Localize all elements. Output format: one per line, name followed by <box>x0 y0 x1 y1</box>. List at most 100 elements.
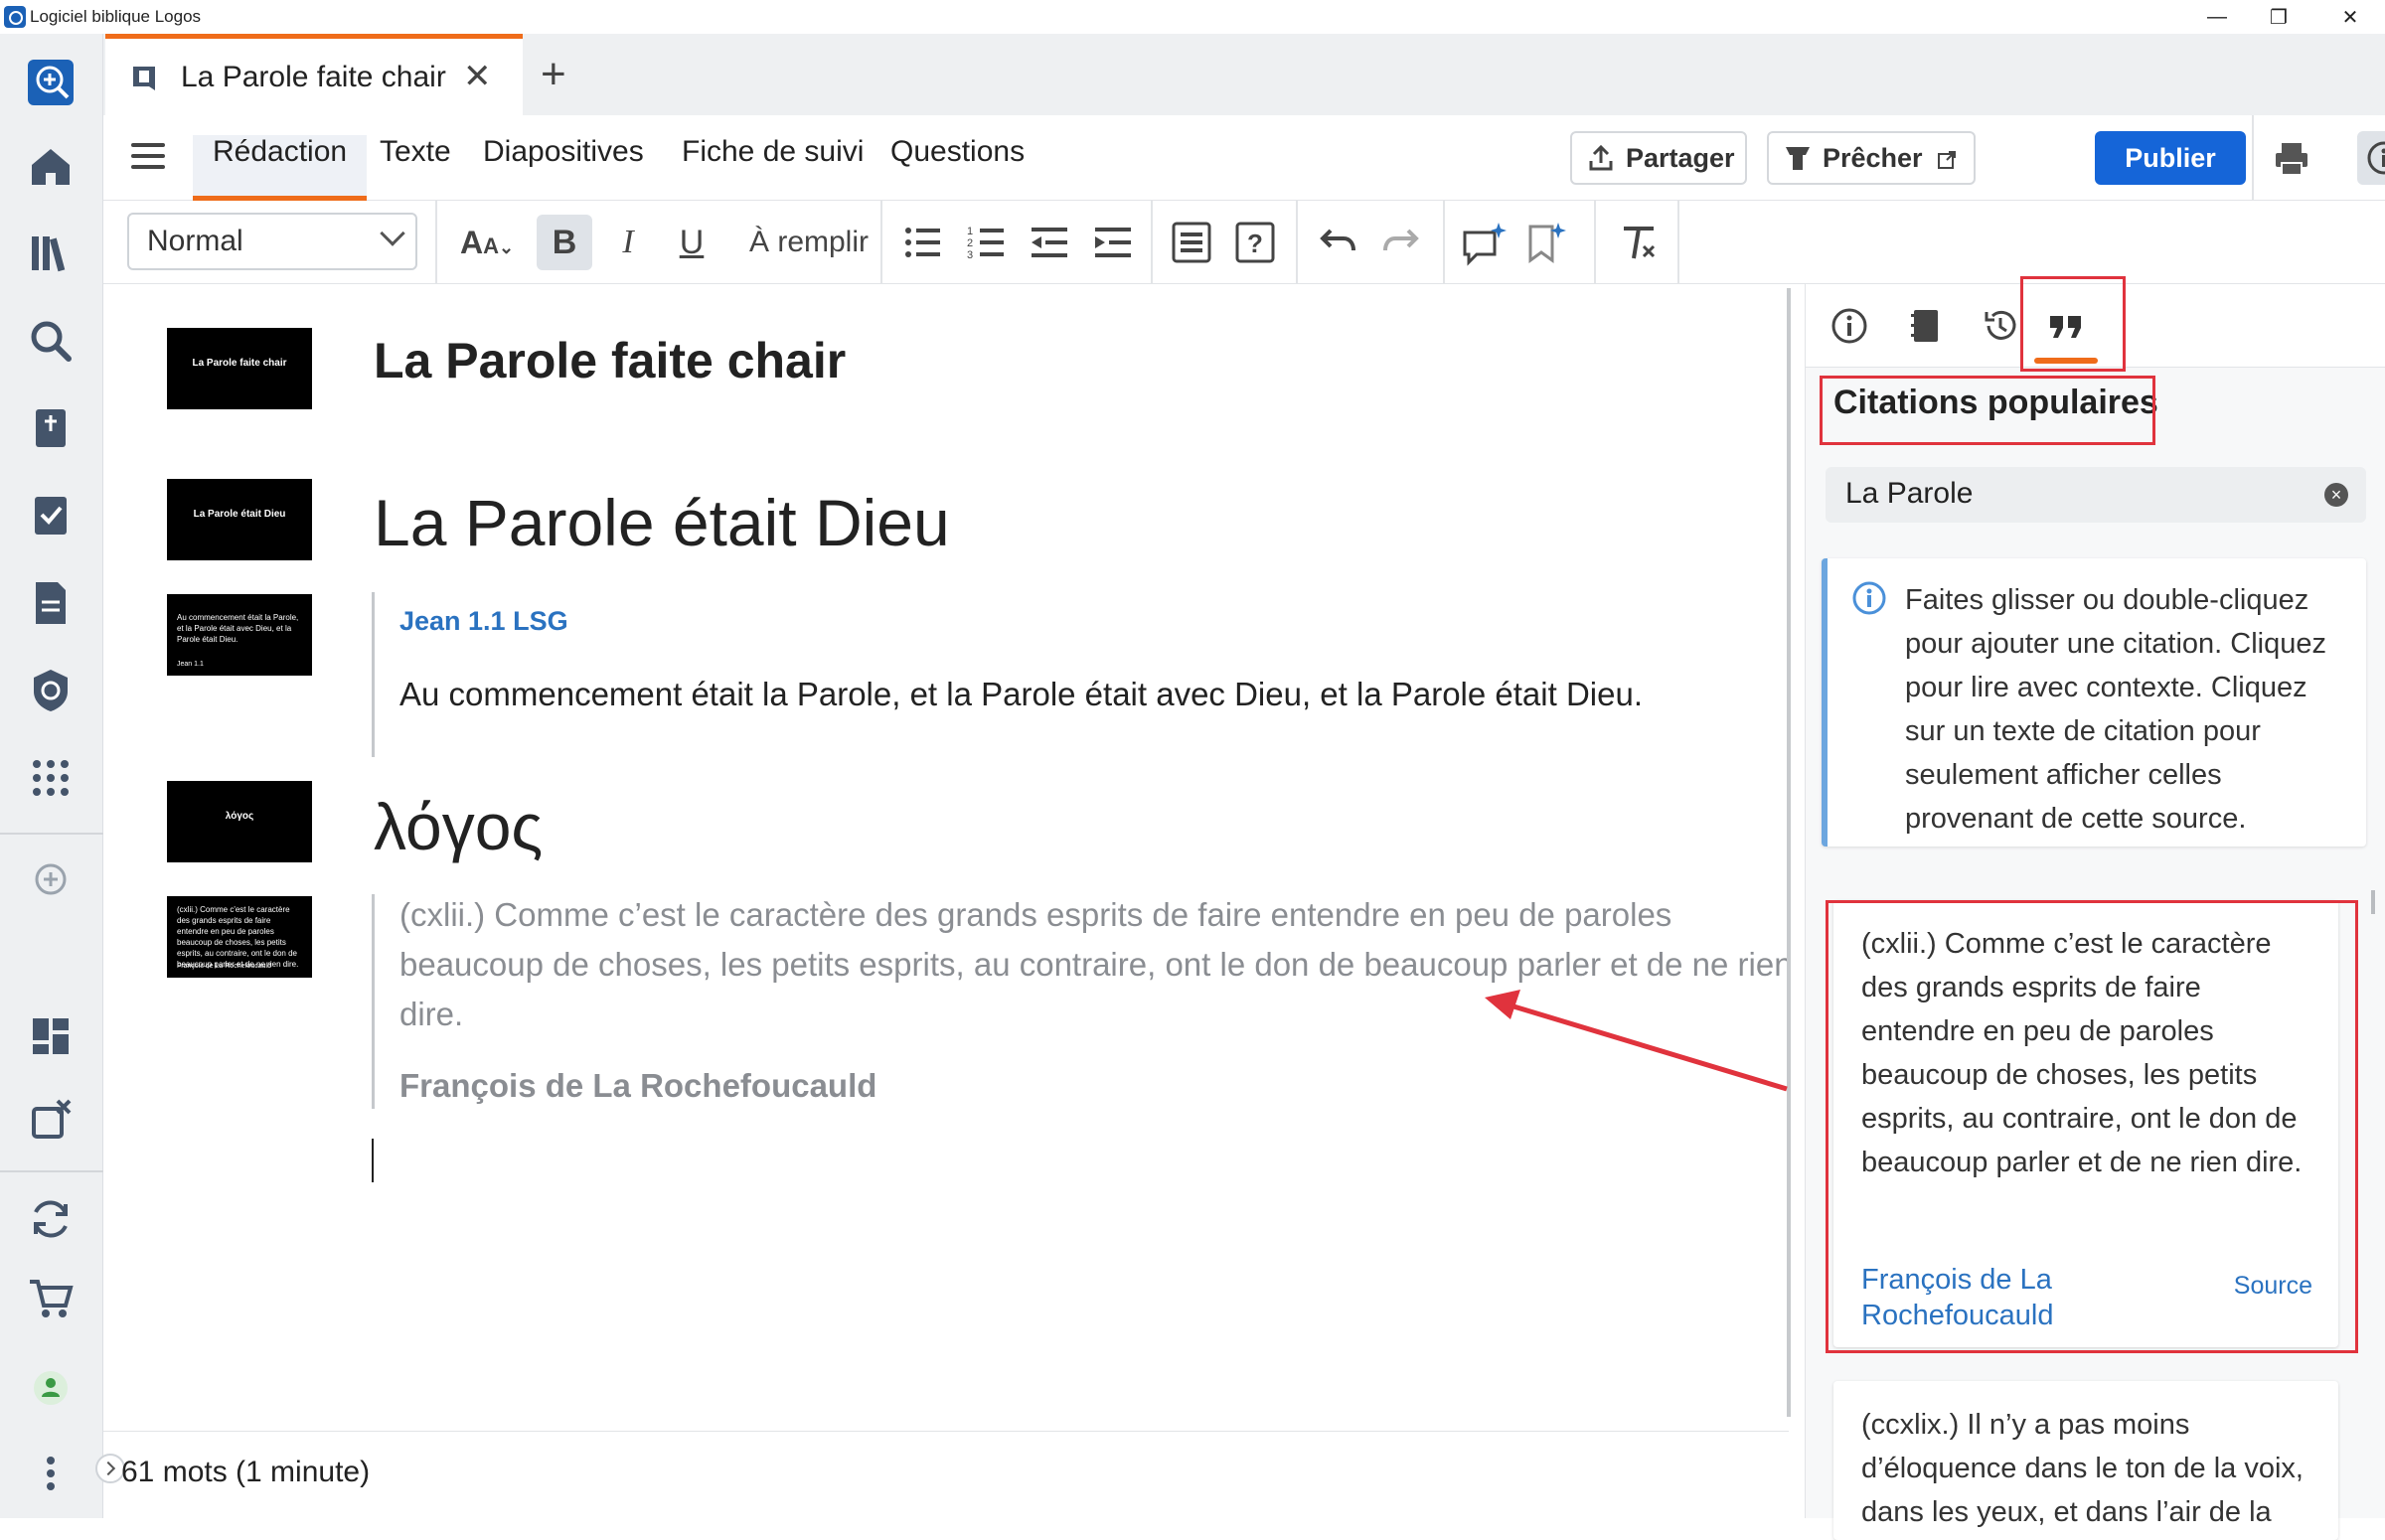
paragraph-style-value: Normal <box>147 225 243 257</box>
toolbar-divider <box>1677 201 1679 284</box>
user-avatar-icon[interactable] <box>22 1359 80 1417</box>
chevron-down-icon <box>380 221 404 245</box>
dashboard-icon[interactable] <box>22 1007 80 1065</box>
close-tab-icon[interactable]: ✕ <box>463 57 492 96</box>
heading-parole-etait-dieu[interactable]: La Parole était Dieu <box>374 485 950 560</box>
add-tab-icon[interactable]: + <box>541 50 566 99</box>
hamburger-menu-icon[interactable] <box>131 143 165 171</box>
question-block-icon[interactable]: ? <box>1234 221 1276 264</box>
slide-thumbnail[interactable]: La Parole était Dieu <box>167 479 312 560</box>
apps-grid-icon[interactable] <box>22 749 80 807</box>
document-tab-label: La Parole faite chair <box>181 61 446 94</box>
slide-thumbnail[interactable]: Au commencement était la Parole, et la P… <box>167 594 312 676</box>
paragraph-style-select[interactable]: Normal <box>127 213 417 270</box>
slide-thumbnail[interactable]: La Parole faite chair <box>167 328 312 409</box>
logos-search-icon[interactable] <box>22 54 80 111</box>
slide-thumbnail[interactable]: (cxlii.) Comme c'est le caractère des gr… <box>167 896 312 978</box>
font-size-button[interactable]: AA⌄ <box>451 215 523 270</box>
annotation-highlight-quote-card <box>1826 900 2358 1353</box>
toolbar-divider <box>1594 201 1596 284</box>
bible-icon[interactable] <box>22 399 80 457</box>
close-window-button[interactable]: ✕ <box>2315 0 2385 34</box>
clear-search-icon[interactable]: × <box>2324 483 2348 507</box>
redo-icon[interactable] <box>1381 225 1421 260</box>
info-hint-text: Faites glisser ou double-cliquez pour aj… <box>1905 578 2352 841</box>
document-title[interactable]: La Parole faite chair <box>374 332 846 389</box>
underline-icon: U <box>680 224 705 262</box>
quote-search-input[interactable]: La Parole × <box>1826 467 2366 523</box>
panel-tab-notebook[interactable] <box>1901 302 1949 350</box>
minimize-button[interactable]: — <box>2182 0 2252 34</box>
slide-block-icon[interactable] <box>1171 221 1212 264</box>
inserted-quote-text[interactable]: (cxlii.) Comme c’est le caractère des gr… <box>399 890 1811 1039</box>
underline-button[interactable]: U <box>664 215 719 270</box>
slide-thumbnail[interactable]: λόγος <box>167 781 312 862</box>
preach-button[interactable]: Prêcher <box>1767 131 1976 185</box>
external-link-icon <box>1938 151 1956 169</box>
search-icon[interactable] <box>22 312 80 370</box>
tab-diapositives[interactable]: Diapositives <box>463 135 664 201</box>
italic-button[interactable]: I <box>600 215 656 270</box>
tab-questions[interactable]: Questions <box>871 135 1044 201</box>
info-hint-card: Faites glisser ou double-cliquez pour aj… <box>1822 558 2366 847</box>
close-panels-icon[interactable] <box>22 1091 80 1149</box>
info-icon <box>1829 306 1869 346</box>
indent-icon[interactable] <box>1093 223 1133 262</box>
svg-text:2: 2 <box>967 237 973 249</box>
ai-bookmark-icon[interactable] <box>1524 219 1568 266</box>
panel-tab-history[interactable] <box>1977 302 2024 350</box>
tab-texte[interactable]: Texte <box>360 135 471 201</box>
shield-icon[interactable] <box>22 662 80 719</box>
document-icon[interactable] <box>22 574 80 632</box>
document-tab[interactable]: La Parole faite chair ✕ <box>105 34 523 115</box>
svg-text:1: 1 <box>967 226 973 237</box>
home-icon[interactable] <box>22 137 80 195</box>
sermon-doc-icon <box>131 65 157 94</box>
restore-button[interactable]: ❐ <box>2244 0 2313 34</box>
scripture-verse[interactable]: Au commencement était la Parole, et la P… <box>399 676 1643 713</box>
notebook-icon <box>1905 306 1945 346</box>
status-bar: 61 mots (1 minute) <box>103 1431 1789 1518</box>
info-icon <box>2366 140 2385 176</box>
sync-icon[interactable] <box>22 1190 80 1248</box>
checklist-icon[interactable] <box>22 487 80 544</box>
share-button[interactable]: Partager <box>1570 131 1747 185</box>
print-icon[interactable] <box>2272 139 2311 179</box>
share-icon <box>1586 143 1616 173</box>
panel-tab-info[interactable] <box>1826 302 1873 350</box>
outdent-icon[interactable] <box>1030 223 1069 262</box>
ai-comment-icon[interactable] <box>1461 219 1509 266</box>
cart-icon[interactable] <box>22 1270 80 1327</box>
inserted-quote-author[interactable]: François de La Rochefoucauld <box>399 1067 876 1105</box>
editor-area[interactable]: La Parole faite chair La Parole faite ch… <box>103 284 1789 1433</box>
panel-scrollbar[interactable] <box>2371 890 2375 914</box>
quote-card-text[interactable]: (ccxlix.) Il n’y a pas moins d’éloquence… <box>1861 1403 2318 1534</box>
more-vertical-icon[interactable] <box>22 1445 80 1502</box>
tab-fiche-de-suivi[interactable]: Fiche de suivi <box>662 135 883 201</box>
heading-logos[interactable]: λόγος <box>374 789 543 864</box>
editor-scrollbar[interactable] <box>1787 288 1791 1417</box>
library-icon[interactable] <box>22 225 80 282</box>
clear-format-icon[interactable] <box>1620 225 1658 262</box>
add-circle-icon[interactable] <box>22 850 80 908</box>
svg-text:3: 3 <box>967 249 973 261</box>
bullet-list-icon[interactable] <box>902 223 942 262</box>
scripture-reference-link[interactable]: Jean 1.1 LSG <box>399 606 568 637</box>
quote-block-bar <box>372 894 375 1109</box>
bold-icon: B <box>553 224 577 262</box>
toolbar-divider <box>1151 201 1153 284</box>
scripture-block-bar <box>372 592 375 757</box>
info-toggle-button[interactable] <box>2357 131 2385 185</box>
undo-icon[interactable] <box>1318 225 1357 260</box>
fill-in-blank-button[interactable]: À remplir <box>729 215 888 270</box>
font-size-icon: AA⌄ <box>460 225 514 261</box>
word-count: 61 mots (1 minute) <box>121 1456 370 1489</box>
annotation-highlight-title <box>1820 376 2155 445</box>
tab-strip: La Parole faite chair ✕ + <box>103 34 2385 115</box>
rail-divider <box>0 1170 103 1172</box>
quote-card[interactable]: (ccxlix.) Il n’y a pas moins d’éloquence… <box>1833 1381 2338 1540</box>
numbered-list-icon[interactable]: 123 <box>966 223 1006 262</box>
tab-redaction[interactable]: Rédaction <box>193 135 367 201</box>
publish-button[interactable]: Publier <box>2095 131 2246 185</box>
bold-button[interactable]: B <box>537 215 592 270</box>
